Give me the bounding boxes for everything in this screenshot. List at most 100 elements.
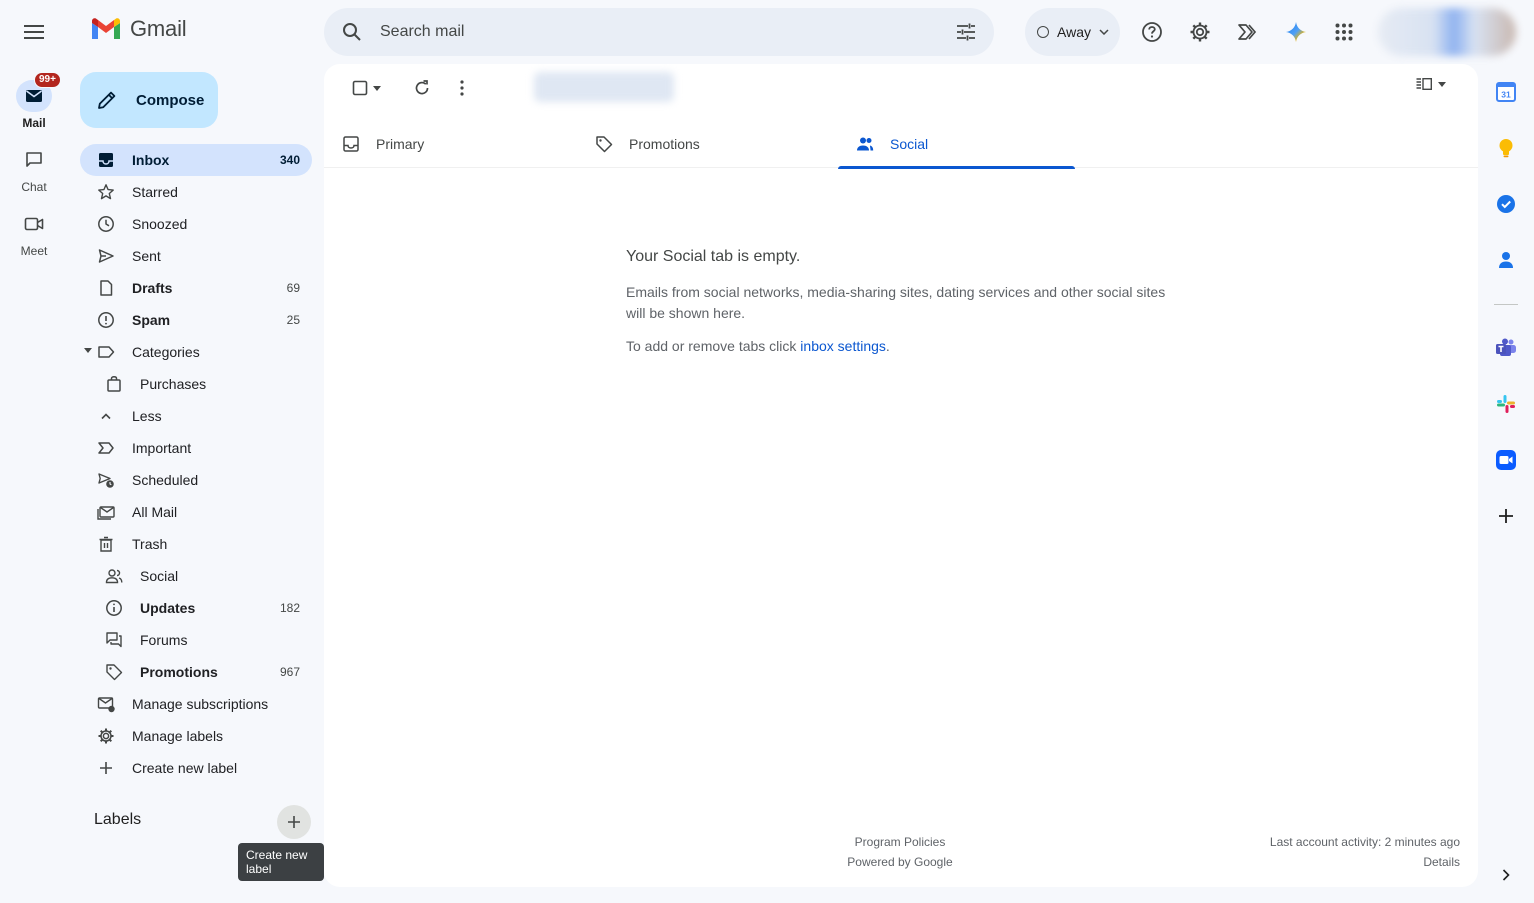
rail-meet[interactable]: Meet (0, 208, 68, 258)
details-link[interactable]: Details (1270, 852, 1460, 872)
inbox-settings-link[interactable]: inbox settings (800, 338, 886, 354)
nav-label: Starred (132, 184, 178, 200)
nav-spam[interactable]: Spam 25 (80, 304, 312, 336)
nav-trash[interactable]: Trash (80, 528, 312, 560)
zoom-icon (1496, 450, 1516, 470)
scheduled-send-icon (96, 470, 116, 490)
nav-manage-labels[interactable]: Manage labels (80, 720, 312, 752)
program-policies-link[interactable]: Program Policies (824, 832, 976, 852)
nav-label: Drafts (132, 280, 173, 296)
caret-down-icon (373, 85, 381, 91)
app-name: Gmail (130, 16, 187, 41)
search-options-button[interactable] (938, 23, 994, 41)
app-rail: 99+ Mail Chat Meet (0, 0, 68, 903)
zoom-addon-button[interactable] (1492, 446, 1520, 474)
rail-mail[interactable]: 99+ Mail (0, 72, 68, 130)
nav-purchases[interactable]: Purchases (80, 368, 312, 400)
refresh-button[interactable] (402, 68, 442, 108)
gmail-logo-icon (92, 18, 120, 39)
nav-snoozed[interactable]: Snoozed (80, 208, 312, 240)
support-button[interactable] (1132, 12, 1172, 52)
split-pane-toggle[interactable] (1416, 78, 1446, 90)
compose-button[interactable]: Compose (80, 72, 218, 128)
empty-hint: To add or remove tabs click inbox settin… (626, 338, 1186, 354)
star-icon (96, 182, 116, 202)
caret-down-icon[interactable] (84, 348, 92, 353)
redacted-banner (534, 72, 674, 102)
nav-all-mail[interactable]: All Mail (80, 496, 312, 528)
tab-social[interactable]: Social (838, 120, 1075, 169)
slack-addon-button[interactable] (1492, 390, 1520, 418)
show-side-panel-button[interactable] (1492, 861, 1520, 889)
tasks-app-button[interactable] (1492, 190, 1520, 218)
create-label-button[interactable] (277, 805, 311, 839)
rail-chat[interactable]: Chat (0, 144, 68, 194)
plus-icon (288, 816, 300, 828)
nav-drafts[interactable]: Drafts 69 (80, 272, 312, 304)
slack-icon (1497, 395, 1515, 413)
nav-label: Spam (132, 312, 171, 328)
chat-icon (26, 152, 42, 167)
nav-label: Categories (132, 344, 200, 360)
nav-sent[interactable]: Sent (80, 240, 312, 272)
chevron-right-icon (1502, 869, 1510, 881)
nav-categories[interactable]: Categories (80, 336, 312, 368)
nav-label: Important (132, 440, 192, 456)
nav-inbox[interactable]: Inbox 340 (80, 144, 312, 176)
search-bar[interactable] (324, 8, 994, 56)
nav-updates[interactable]: Updates 182 (80, 592, 312, 624)
nav-count: 967 (279, 665, 300, 679)
contacts-person-icon (1499, 252, 1513, 268)
nav-forums[interactable]: Forums (80, 624, 312, 656)
gmail-logo[interactable]: Gmail (90, 16, 187, 42)
settings-button[interactable] (1180, 12, 1220, 52)
tab-promotions[interactable]: Promotions (577, 120, 814, 168)
nav-manage-subscriptions[interactable]: Manage subscriptions (80, 688, 312, 720)
apps-button[interactable] (1324, 12, 1364, 52)
rail-chat-icon-wrap (16, 144, 52, 176)
main-panel: Primary Promotions Social Your Social ta… (324, 64, 1478, 887)
nav-count: 69 (286, 281, 300, 295)
send-icon (96, 246, 116, 266)
more-vert-icon (460, 80, 464, 96)
tune-icon (957, 23, 975, 41)
account-switcher[interactable] (1378, 8, 1516, 56)
rail-meet-icon-wrap (16, 208, 52, 240)
get-addons-button[interactable] (1492, 502, 1520, 530)
hint-text: To add or remove tabs click (626, 338, 801, 354)
tab-label: Promotions (629, 136, 700, 152)
nav-less[interactable]: Less (80, 400, 312, 432)
help-icon (1142, 22, 1162, 42)
search-button[interactable] (324, 22, 380, 42)
keep-app-button[interactable] (1492, 134, 1520, 162)
gemini-button[interactable] (1276, 12, 1316, 52)
nav-promotions[interactable]: Promotions 967 (80, 656, 312, 688)
caret-down-icon (1438, 81, 1446, 87)
nav-important[interactable]: Important (80, 432, 312, 464)
main-menu-button[interactable] (12, 12, 56, 52)
plus-icon (96, 758, 116, 778)
nav-label: Manage subscriptions (132, 696, 269, 712)
nav-count: 182 (279, 601, 300, 615)
select-menu-button[interactable] (372, 68, 382, 108)
label-icon (96, 342, 116, 362)
rail-chat-label: Chat (21, 180, 47, 194)
nav-create-new-label[interactable]: Create new label (80, 752, 312, 784)
status-selector[interactable]: Away (1025, 8, 1120, 56)
nav-starred[interactable]: Starred (80, 176, 312, 208)
tab-primary[interactable]: Primary (324, 120, 561, 168)
contacts-app-button[interactable] (1492, 246, 1520, 274)
calendar-icon: 31 (1496, 82, 1516, 102)
shopping-bag-icon (104, 374, 124, 394)
nav-social[interactable]: Social (80, 560, 312, 592)
nav-scheduled[interactable]: Scheduled (80, 464, 312, 496)
more-options-button[interactable] (442, 68, 482, 108)
gear-icon (1190, 22, 1210, 42)
compose-label: Compose (136, 91, 205, 109)
gemini-tools-button[interactable] (1228, 12, 1268, 52)
forum-icon (104, 630, 124, 650)
teams-addon-button[interactable] (1492, 334, 1520, 362)
search-input[interactable] (380, 23, 938, 41)
empty-title: Your Social tab is empty. (626, 248, 801, 265)
calendar-app-button[interactable]: 31 (1492, 78, 1520, 106)
